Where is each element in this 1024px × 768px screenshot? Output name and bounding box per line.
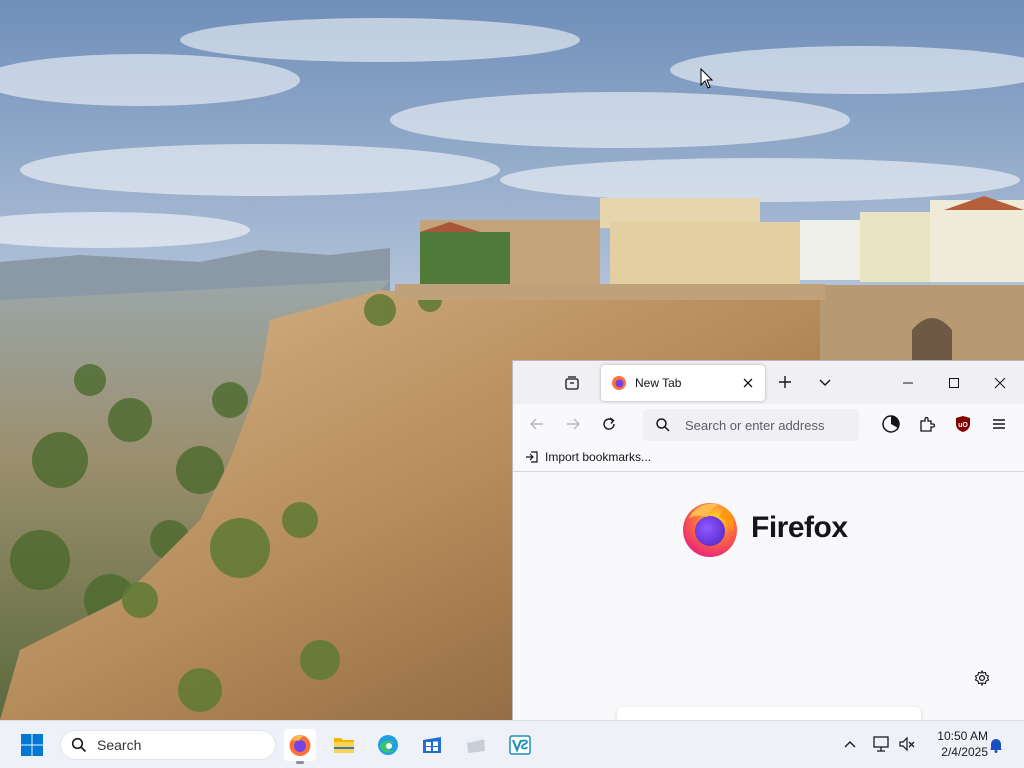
volume-button[interactable] <box>896 733 918 755</box>
close-icon <box>994 377 1006 388</box>
network-status-button[interactable] <box>870 733 892 755</box>
reload-icon <box>603 417 615 430</box>
address-bar[interactable] <box>643 409 859 441</box>
taskbar: Search 10:50 AM 2/4/2025 <box>0 720 1024 768</box>
taskbar-search[interactable]: Search <box>60 730 276 760</box>
back-button[interactable] <box>525 412 549 436</box>
notifications-button[interactable] <box>986 735 1006 755</box>
generic-app-icon <box>467 737 485 753</box>
gear-icon <box>974 670 990 686</box>
minimize-icon <box>903 382 913 383</box>
mouse-cursor-icon <box>700 68 714 89</box>
firefox-icon <box>289 735 311 756</box>
minimize-button[interactable] <box>885 361 931 404</box>
firefox-favicon <box>612 376 626 390</box>
hamburger-menu-icon <box>993 419 1005 429</box>
ublock-origin-icon: uO <box>956 416 970 432</box>
notification-bell-icon <box>990 739 1002 753</box>
navigation-toolbar: uO <box>513 404 1024 442</box>
bookmarks-toolbar: Import bookmarks... <box>513 442 1024 472</box>
system-clock[interactable]: 10:50 AM 2/4/2025 <box>924 728 988 760</box>
taskbar-search-label: Search <box>97 737 142 753</box>
search-icon <box>656 418 670 432</box>
start-button[interactable] <box>12 729 52 761</box>
search-icon <box>71 737 87 753</box>
firefox-brand: Firefox <box>679 497 848 559</box>
tab-list-icon[interactable] <box>561 372 583 394</box>
edge-icon <box>378 735 398 755</box>
account-button[interactable] <box>879 412 903 436</box>
new-tab-button[interactable] <box>775 372 795 392</box>
network-icon <box>873 736 889 752</box>
import-bookmarks-button[interactable]: Import bookmarks... <box>525 450 651 464</box>
tab-new-tab[interactable]: New Tab <box>601 365 765 401</box>
volume-muted-icon <box>899 736 915 752</box>
firefox-window: New Tab Search or enter address uO Impor… <box>512 360 1024 720</box>
extensions-icon <box>920 416 936 432</box>
newtab-search-box[interactable] <box>617 707 921 720</box>
store-icon <box>423 737 441 753</box>
taskbar-app-firefox[interactable] <box>284 729 316 764</box>
tab-title: New Tab <box>635 376 682 390</box>
clock-time: 10:50 AM <box>937 729 988 743</box>
close-window-button[interactable] <box>977 361 1023 404</box>
tab-strip: New Tab <box>513 361 1024 404</box>
taskbar-app-store[interactable] <box>416 729 448 761</box>
close-tab-icon[interactable] <box>740 375 756 391</box>
extensions-button[interactable] <box>915 412 939 436</box>
forward-button[interactable] <box>561 412 585 436</box>
svg-text:uO: uO <box>958 422 968 429</box>
clock-date: 2/4/2025 <box>941 745 988 759</box>
firefox-wordmark: Firefox <box>751 511 848 544</box>
taskbar-app-visual-studio[interactable] <box>504 729 536 761</box>
back-arrow-icon <box>530 418 543 430</box>
account-icon <box>882 415 900 433</box>
forward-arrow-icon <box>567 418 580 430</box>
address-input[interactable] <box>685 417 855 433</box>
folder-icon <box>334 738 354 753</box>
reload-button[interactable] <box>597 412 621 436</box>
import-icon <box>526 450 538 463</box>
firefox-logo-icon <box>683 503 737 557</box>
ublock-origin-button[interactable]: uO <box>951 412 975 436</box>
windows-start-icon <box>21 734 43 756</box>
maximize-button[interactable] <box>931 361 977 404</box>
chevron-down-icon <box>819 379 831 386</box>
all-tabs-button[interactable] <box>815 372 835 392</box>
taskbar-app-generic[interactable] <box>460 729 492 761</box>
newtab-settings-button[interactable] <box>971 667 993 689</box>
plus-icon <box>779 376 791 388</box>
visual-studio-icon <box>509 735 531 755</box>
taskbar-app-edge[interactable] <box>372 729 404 761</box>
maximize-icon <box>949 377 959 388</box>
chevron-up-icon <box>844 741 856 748</box>
app-menu-button[interactable] <box>987 412 1011 436</box>
taskbar-app-file-explorer[interactable] <box>328 729 360 761</box>
import-bookmarks-label: Import bookmarks... <box>545 449 652 464</box>
show-hidden-icons-button[interactable] <box>840 735 860 755</box>
